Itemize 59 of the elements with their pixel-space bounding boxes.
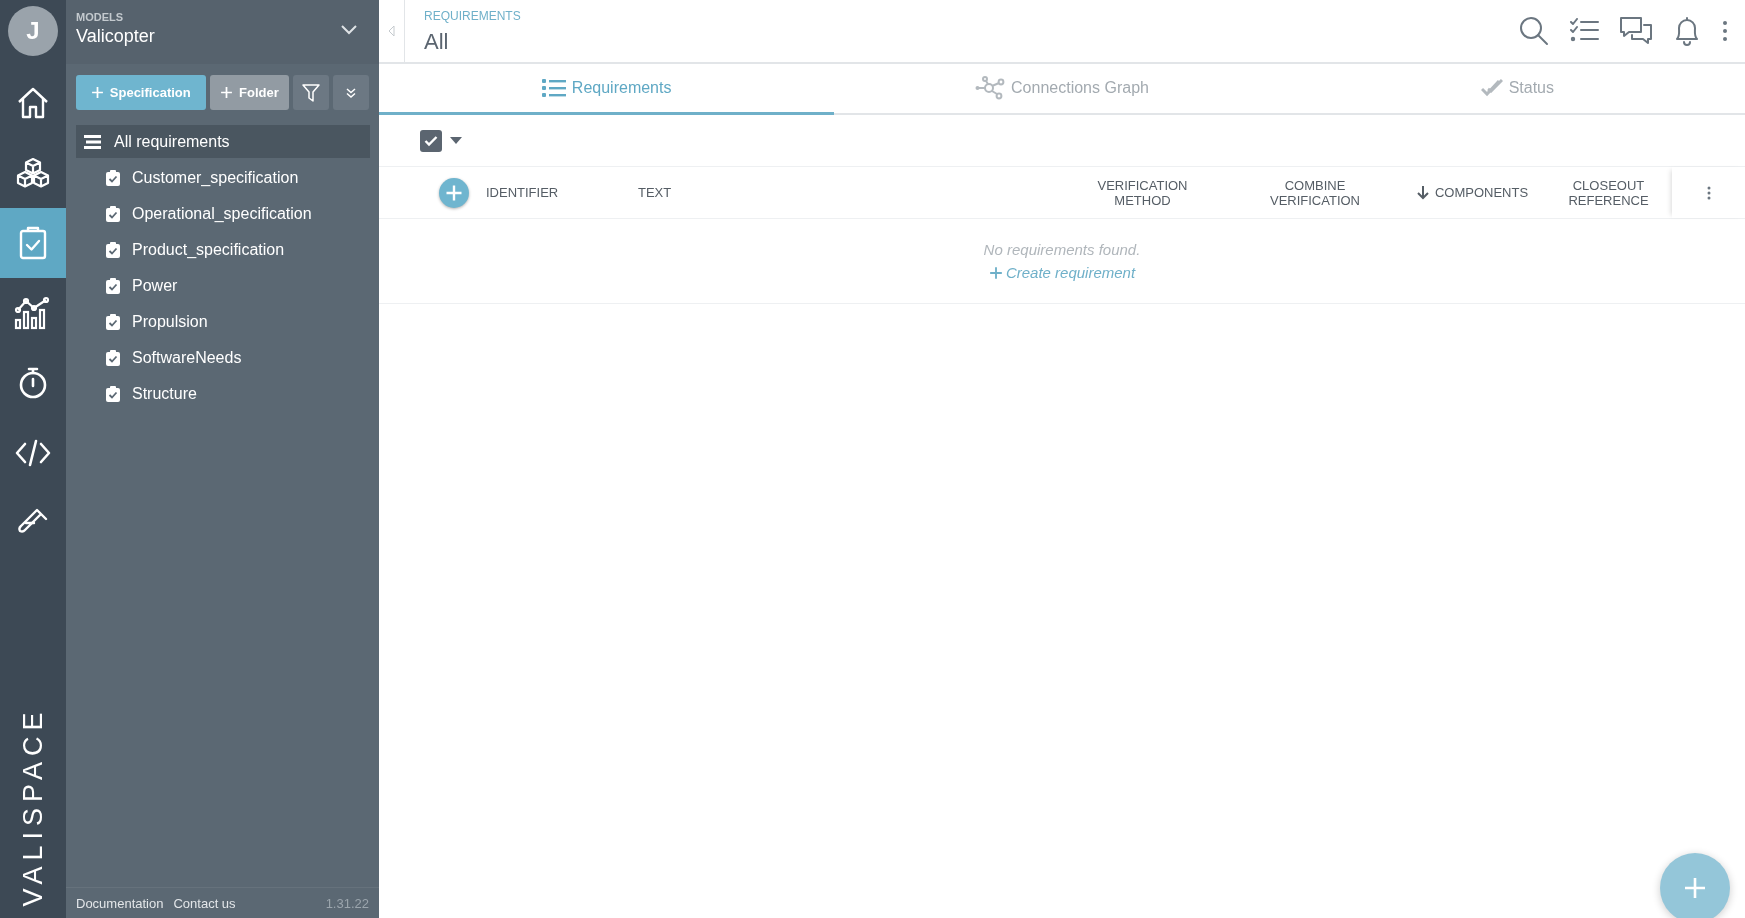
clipboard-check-icon [106, 385, 120, 402]
page-title: All [424, 29, 450, 55]
tree-item[interactable]: Customer_specification [98, 161, 370, 194]
chat-icon[interactable] [1619, 16, 1653, 46]
footer-link[interactable]: Contact us [173, 895, 236, 911]
sort-arrow-icon[interactable] [1416, 185, 1429, 200]
tree-item[interactable]: Operational_specification [98, 197, 370, 230]
chevron-down-icon[interactable] [341, 25, 357, 35]
plus-icon [220, 86, 233, 99]
select-all-checkbox[interactable] [420, 129, 442, 152]
version-label: 1.31.22 [325, 895, 369, 911]
check-icon [424, 134, 438, 147]
list-icon [84, 134, 102, 149]
column-header[interactable]: IDENTIFIER [486, 185, 559, 200]
clipboard-check-icon [19, 226, 47, 260]
home-icon [16, 86, 50, 120]
clipboard-check-icon [106, 277, 120, 294]
code-icon [14, 438, 52, 468]
stopwatch-icon [18, 366, 48, 400]
search-icon[interactable] [1519, 16, 1549, 46]
clipboard-check-icon [106, 205, 120, 222]
plus-icon [90, 86, 104, 99]
clipboard-check-icon [106, 349, 120, 366]
empty-message: No requirements found. [983, 241, 1141, 258]
footer-link[interactable]: Documentation [76, 895, 164, 911]
section-label: MODELS [76, 11, 125, 23]
column-header[interactable]: CLOSEOUT REFERENCE [1548, 177, 1669, 208]
model-name: Valicopter [76, 26, 156, 47]
expand-all-button[interactable] [333, 75, 369, 110]
cubes-icon [15, 157, 51, 189]
tree-item[interactable]: Propulsion [98, 305, 370, 338]
double-chevron-icon [346, 87, 357, 98]
tree-item[interactable]: Structure [98, 377, 370, 410]
double-check-icon [1480, 78, 1503, 98]
tree-item[interactable]: All requirements [76, 125, 370, 158]
plus-icon [1683, 876, 1707, 900]
tree-item[interactable]: Power [98, 269, 370, 302]
more-icon[interactable] [1706, 185, 1711, 200]
clipboard-check-icon [106, 313, 120, 330]
clipboard-check-icon [106, 169, 120, 186]
logo: VALISPACE [17, 705, 49, 907]
column-header[interactable]: TEXT [638, 185, 672, 200]
column-header[interactable]: VERIFICATION METHOD [1082, 177, 1203, 208]
tree-item[interactable]: Product_specification [98, 233, 370, 266]
plus-icon [988, 265, 1003, 280]
checklist-icon[interactable] [1569, 18, 1599, 44]
tree-item[interactable]: SoftwareNeeds [98, 341, 370, 374]
clipboard-check-icon [106, 241, 120, 258]
caret-icon[interactable] [450, 137, 462, 144]
graph-icon [975, 76, 1006, 100]
more-icon[interactable] [1721, 20, 1729, 42]
column-header[interactable]: COMPONENTS [1434, 185, 1529, 200]
filter-button[interactable] [293, 75, 330, 110]
list-icon [541, 78, 566, 98]
column-header[interactable]: COMBINE VERIFICATION [1255, 177, 1375, 208]
filter-icon [302, 83, 321, 102]
bell-icon[interactable] [1673, 16, 1701, 46]
chart-icon [14, 296, 52, 330]
plus-icon [445, 183, 463, 202]
